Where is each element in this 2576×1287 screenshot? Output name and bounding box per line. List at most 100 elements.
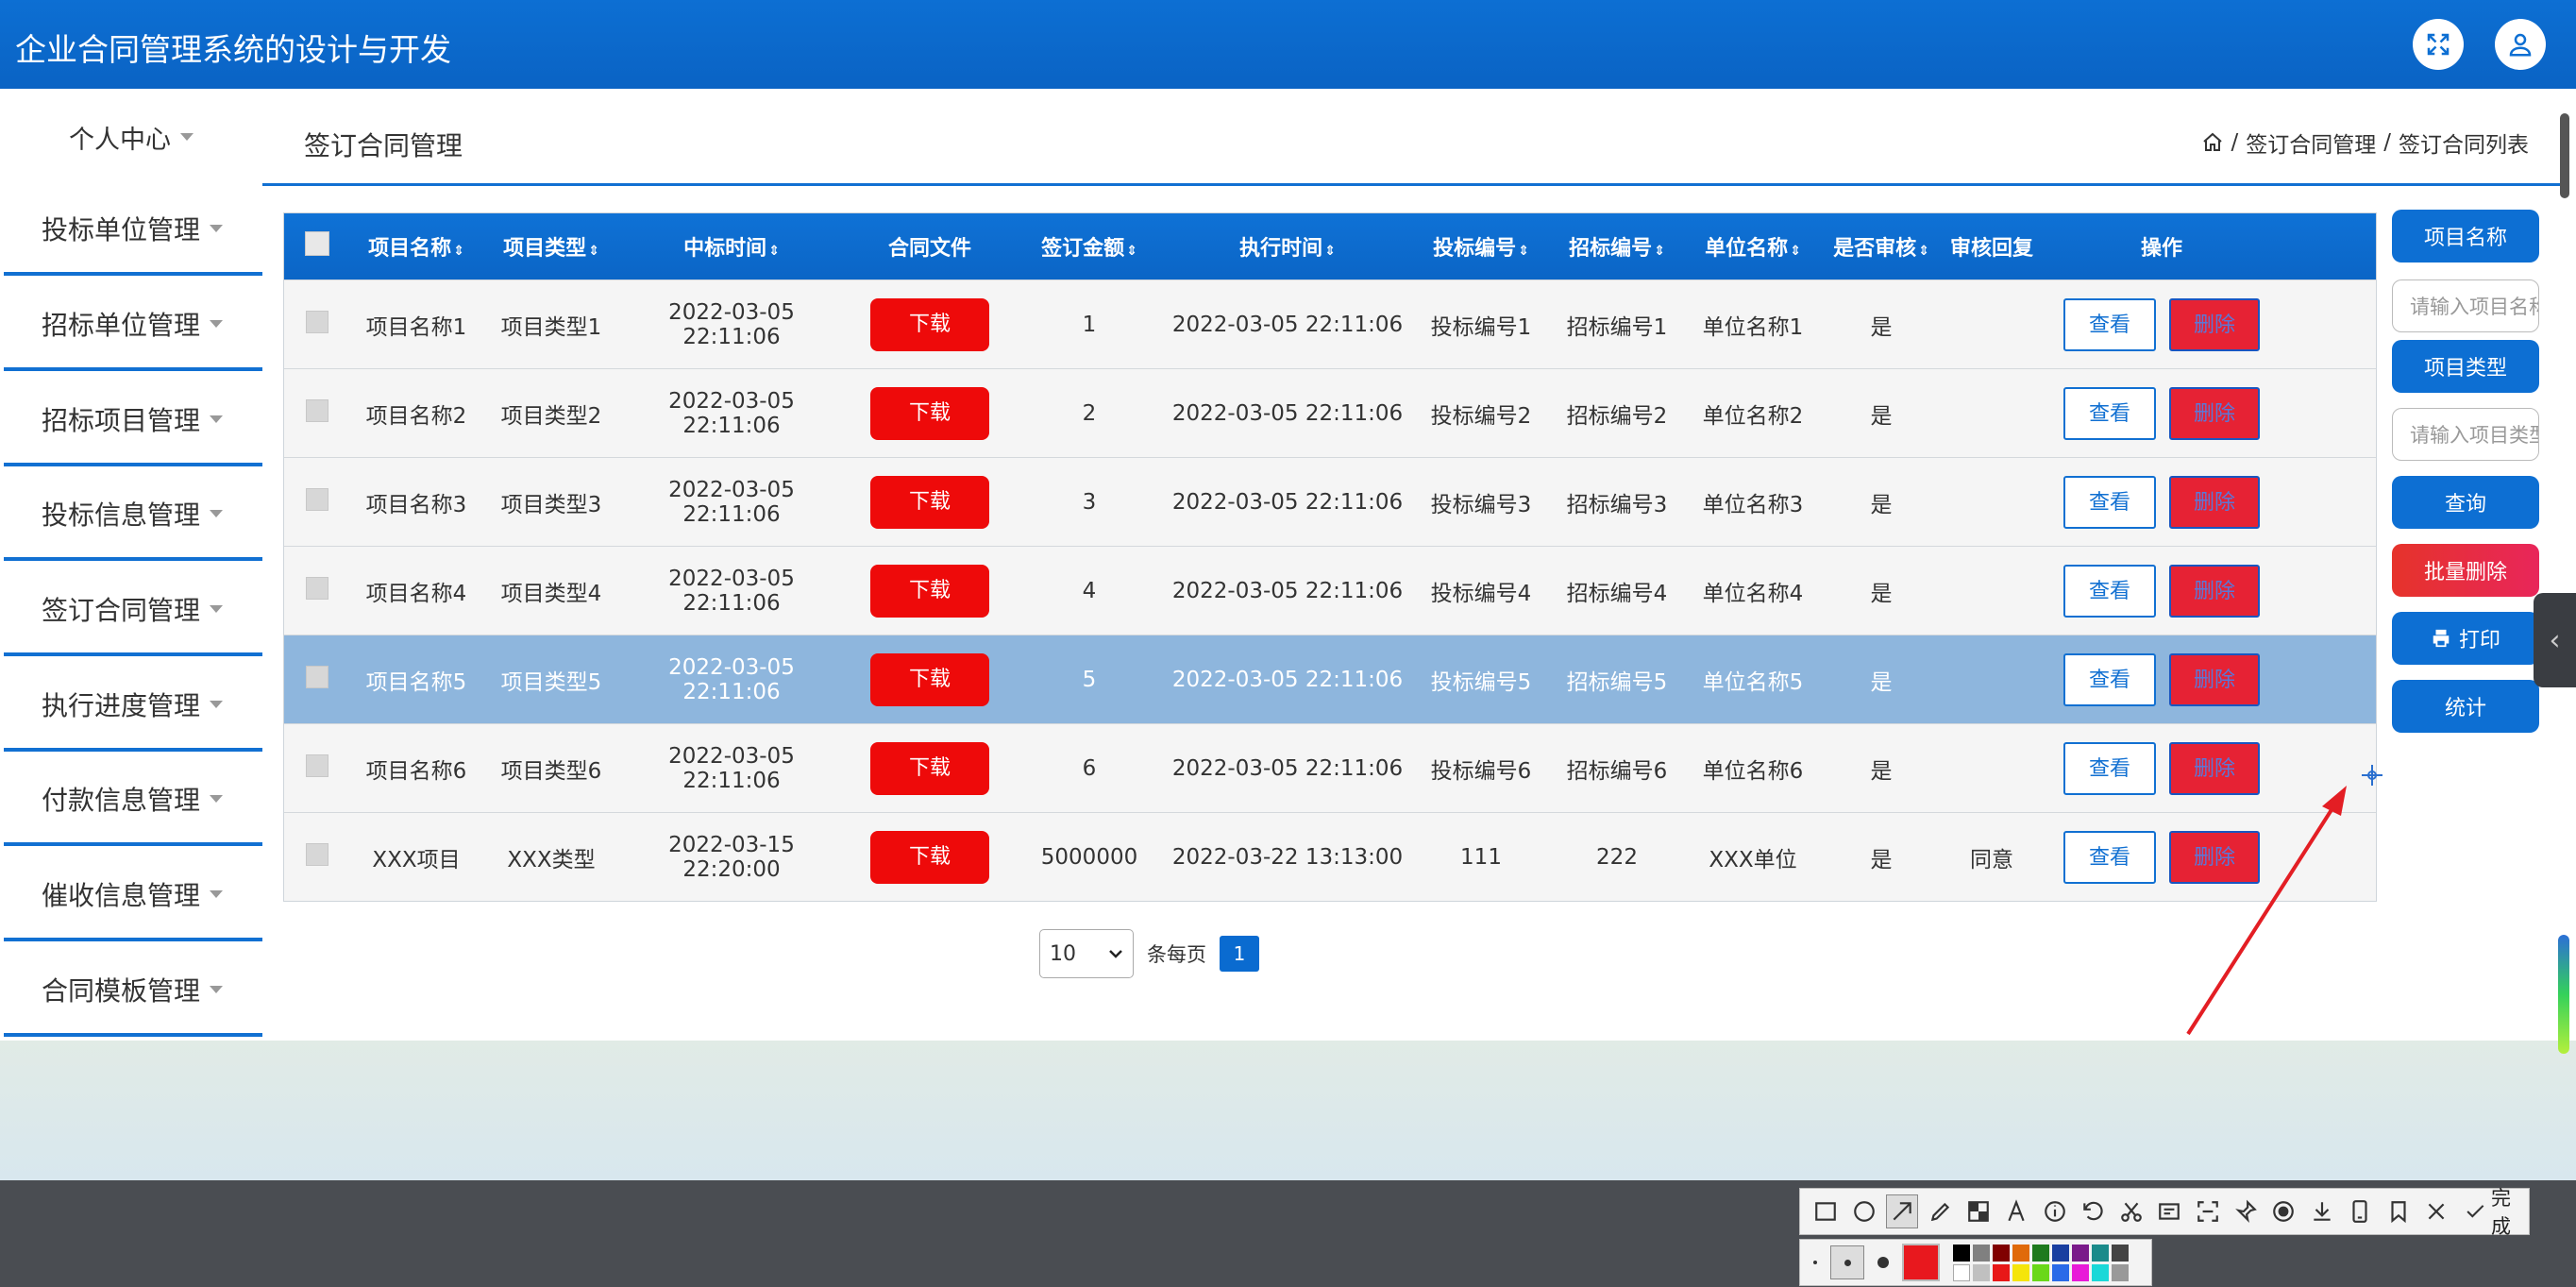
delete-button[interactable]: 删除 xyxy=(2169,297,2260,351)
page-number-button[interactable]: 1 xyxy=(1220,936,1259,972)
breadcrumb-level1[interactable]: 签订合同管理 xyxy=(2246,127,2376,159)
view-button[interactable]: 查看 xyxy=(2063,652,2156,706)
cell-bid-time: 2022-03-05 22:11:06 xyxy=(668,743,795,793)
caret-down-icon xyxy=(210,986,224,993)
sidebar-item-tender-units[interactable]: 招标单位管理 xyxy=(4,280,262,371)
pen-tool[interactable] xyxy=(1924,1194,1956,1228)
column-header-exec-time[interactable]: 执行时间 ⇕ xyxy=(1162,231,1413,262)
row-checkbox[interactable] xyxy=(306,754,328,777)
column-header-project-type[interactable]: 项目类型 ⇕ xyxy=(482,231,620,262)
table-row[interactable]: 项目名称1 项目类型1 2022-03-05 22:11:06 下载 1 2022-03-… xyxy=(284,279,2376,368)
table-row[interactable]: 项目名称6 项目类型6 2022-03-05 22:11:06 下载 6 2022-03-… xyxy=(284,723,2376,812)
sidebar-item-execution-progress[interactable]: 执行进度管理 xyxy=(4,661,262,752)
column-header-amount[interactable]: 签订金额 ⇕ xyxy=(1017,231,1162,262)
view-button[interactable]: 查看 xyxy=(2063,830,2156,884)
fullscreen-button[interactable] xyxy=(2413,19,2464,70)
download-button[interactable]: 下载 xyxy=(870,741,989,795)
sidebar-item-signed-contracts[interactable]: 签订合同管理 xyxy=(4,566,262,656)
download-button[interactable]: 下载 xyxy=(870,564,989,618)
select-all-checkbox[interactable] xyxy=(305,231,329,256)
sort-icon: ⇕ xyxy=(1518,244,1529,259)
pin-tool[interactable] xyxy=(2230,1194,2262,1228)
sidebar-item-bidder-units[interactable]: 投标单位管理 xyxy=(4,185,262,276)
row-checkbox[interactable] xyxy=(306,665,328,688)
print-button[interactable]: 打印 xyxy=(2392,612,2539,665)
delete-button[interactable]: 删除 xyxy=(2169,652,2260,706)
delete-button[interactable]: 删除 xyxy=(2169,475,2260,529)
collapse-panel-button[interactable]: ‹ xyxy=(2534,593,2576,687)
cut-tool[interactable] xyxy=(2114,1194,2147,1228)
view-button[interactable]: 查看 xyxy=(2063,386,2156,440)
cell-bid-no: 投标编号2 xyxy=(1430,403,1532,429)
size-medium-option[interactable] xyxy=(1830,1245,1864,1279)
statistics-button[interactable]: 统计 xyxy=(2392,680,2539,733)
view-button[interactable]: 查看 xyxy=(2063,297,2156,351)
sidebar-item-tender-projects[interactable]: 招标项目管理 xyxy=(4,376,262,466)
rectangle-tool[interactable] xyxy=(1810,1194,1842,1228)
current-color[interactable] xyxy=(1902,1244,1940,1281)
done-button[interactable]: 完成 xyxy=(2464,1183,2529,1240)
row-checkbox[interactable] xyxy=(306,487,328,511)
cancel-tool[interactable] xyxy=(2420,1194,2452,1228)
sidebar-item-contract-templates[interactable]: 合同模板管理 xyxy=(4,946,262,1037)
color-palette[interactable] xyxy=(1953,1244,2129,1281)
cell-project-type: 项目类型1 xyxy=(500,314,602,340)
project-name-input[interactable]: 请输入项目名称 xyxy=(2392,279,2539,332)
text-tool[interactable] xyxy=(2000,1194,2032,1228)
column-header-bid-no[interactable]: 投标编号 ⇕ xyxy=(1413,231,1549,262)
size-small-option[interactable] xyxy=(1813,1261,1817,1264)
download-button[interactable]: 下载 xyxy=(870,297,989,351)
home-icon[interactable] xyxy=(2201,131,2224,154)
column-header-unit-name[interactable]: 单位名称 ⇕ xyxy=(1685,231,1821,262)
row-checkbox[interactable] xyxy=(306,310,328,333)
query-button[interactable]: 查询 xyxy=(2392,476,2539,529)
batch-delete-button[interactable]: 批量删除 xyxy=(2392,544,2539,597)
column-header-bid-time[interactable]: 中标时间 ⇕ xyxy=(620,231,843,262)
undo-tool[interactable] xyxy=(2077,1194,2109,1228)
row-checkbox[interactable] xyxy=(306,398,328,422)
table-row[interactable]: 项目名称4 项目类型4 2022-03-05 22:11:06 下载 4 2022-03-… xyxy=(284,546,2376,635)
view-button[interactable]: 查看 xyxy=(2063,741,2156,795)
download-tool[interactable] xyxy=(2306,1194,2338,1228)
row-checkbox[interactable] xyxy=(306,842,328,866)
ocr-tool[interactable] xyxy=(2153,1194,2185,1228)
size-large-option[interactable] xyxy=(1877,1257,1889,1268)
sidebar-item-payment-info[interactable]: 付款信息管理 xyxy=(4,755,262,846)
number-tool[interactable] xyxy=(2039,1194,2071,1228)
sidebar-item-personal-center[interactable]: 个人中心 xyxy=(0,89,262,185)
ellipse-tool[interactable] xyxy=(1847,1194,1879,1228)
cell-exec-time: 2022-03-22 13:13:00 xyxy=(1171,844,1404,870)
sort-icon: ⇕ xyxy=(588,244,599,259)
scrollbar-thumb[interactable] xyxy=(2560,113,2569,198)
cell-project-name: 项目名称2 xyxy=(365,403,467,429)
delete-button[interactable]: 删除 xyxy=(2169,386,2260,440)
column-header-audited[interactable]: 是否审核 ⇕ xyxy=(1821,231,1942,262)
scan-tool[interactable] xyxy=(2191,1194,2223,1228)
record-tool[interactable] xyxy=(2267,1194,2299,1228)
arrow-tool[interactable] xyxy=(1885,1194,1919,1228)
table-row[interactable]: 项目名称5 项目类型5 2022-03-05 22:11:06 下载 5 2022-03-… xyxy=(284,635,2376,723)
row-checkbox[interactable] xyxy=(306,576,328,600)
user-button[interactable] xyxy=(2495,19,2546,70)
view-button[interactable]: 查看 xyxy=(2063,475,2156,529)
cell-bid-time: 2022-03-05 22:11:06 xyxy=(668,299,795,349)
view-button[interactable]: 查看 xyxy=(2063,564,2156,618)
table-row[interactable]: 项目名称2 项目类型2 2022-03-05 22:11:06 下载 2 2022-03-… xyxy=(284,368,2376,457)
column-header-tender-no[interactable]: 招标编号 ⇕ xyxy=(1549,231,1685,262)
download-button[interactable]: 下载 xyxy=(870,652,989,706)
table-row[interactable]: XXX项目 XXX类型 2022-03-15 22:20:00 下载 5000000 20… xyxy=(284,812,2376,901)
mosaic-tool[interactable] xyxy=(1962,1194,1995,1228)
delete-button[interactable]: 删除 xyxy=(2169,564,2260,618)
download-button[interactable]: 下载 xyxy=(870,475,989,529)
table-row[interactable]: 项目名称3 项目类型3 2022-03-05 22:11:06 下载 3 2022-03-… xyxy=(284,457,2376,546)
sidebar-item-collection-info[interactable]: 催收信息管理 xyxy=(4,851,262,941)
sidebar-item-bid-info[interactable]: 投标信息管理 xyxy=(4,470,262,561)
device-tool[interactable] xyxy=(2344,1194,2376,1228)
page-size-select[interactable]: 10 xyxy=(1039,929,1134,978)
download-button[interactable]: 下载 xyxy=(870,386,989,440)
project-type-input[interactable]: 请输入项目类型 xyxy=(2392,408,2539,461)
cell-exec-time: 2022-03-05 22:11:06 xyxy=(1171,578,1404,603)
bookmark-tool[interactable] xyxy=(2382,1194,2414,1228)
column-header-project-name[interactable]: 项目名称 ⇕ xyxy=(350,231,482,262)
download-button[interactable]: 下载 xyxy=(870,830,989,884)
